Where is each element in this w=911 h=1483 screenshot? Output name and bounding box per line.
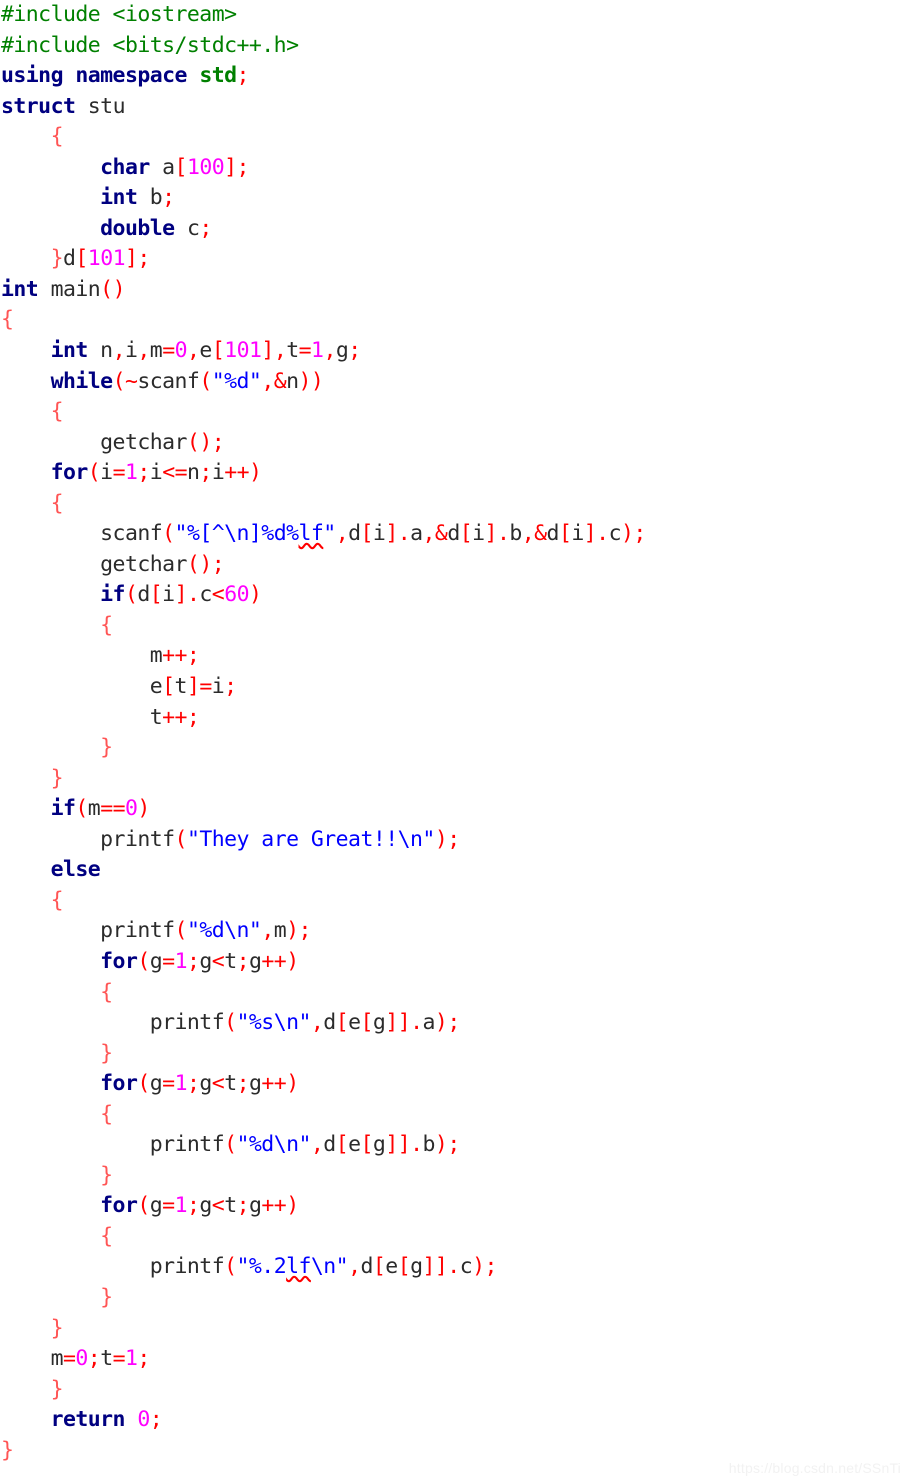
- code-line-24: t++;: [149, 704, 200, 730]
- code-line-15: getchar();: [100, 429, 225, 455]
- code-line-39: }: [100, 1162, 113, 1188]
- code-line-1: #include <iostream>: [1, 2, 237, 27]
- code-line-9: }d[101];: [50, 246, 151, 272]
- code-line-43: }: [100, 1284, 113, 1310]
- code-line-2: #include <bits/stdc++.h>: [1, 32, 299, 58]
- code-line-36: for(g=1;g<t;g++): [100, 1071, 299, 1097]
- code-line-13: while(~scanf("%d",&n)): [50, 368, 324, 394]
- code-line-31: printf("%d\n",m);: [100, 918, 311, 944]
- code-line-28: printf("They are Great!!\n");: [100, 826, 460, 852]
- code-line-5: {: [50, 124, 64, 150]
- code-line-21: {: [100, 612, 113, 638]
- code-line-42: printf("%.2lf\n",d[e[g]].c);: [149, 1254, 498, 1280]
- code-line-6: char a[100];: [100, 154, 249, 180]
- code-line-29: else: [50, 857, 101, 883]
- csdn-watermark: https://blog.csdn.net/SSnTi: [728, 1460, 901, 1476]
- code-line-17: {: [50, 490, 64, 516]
- code-line-27: if(m==0): [50, 796, 151, 822]
- code-line-46: }: [50, 1376, 64, 1402]
- code-listing: #include <iostream> #include <bits/stdc++…: [0, 0, 911, 1466]
- code-line-35: }: [100, 1040, 113, 1066]
- code-line-34: printf("%s\n",d[e[g]].a);: [149, 1010, 461, 1036]
- code-line-37: {: [100, 1101, 113, 1127]
- code-line-38: printf("%d\n",d[e[g]].b);: [149, 1132, 461, 1158]
- code-line-18: scanf("%[^\n]%d%lf",d[i].a,&d[i].b,&d[i]…: [100, 521, 646, 547]
- code-line-19: getchar();: [100, 551, 225, 577]
- code-line-41: {: [100, 1223, 113, 1249]
- code-line-33: {: [100, 979, 113, 1005]
- code-line-26: }: [50, 765, 64, 791]
- code-line-8: double c;: [100, 215, 212, 241]
- code-line-40: for(g=1;g<t;g++): [100, 1193, 299, 1219]
- code-line-47: return 0;: [50, 1407, 163, 1433]
- code-line-30: {: [50, 887, 64, 913]
- code-line-11: {: [1, 307, 14, 333]
- code-line-14: {: [50, 399, 64, 425]
- code-line-23: e[t]=i;: [149, 674, 237, 700]
- code-line-25: }: [100, 735, 113, 761]
- code-line-10: int main(): [1, 276, 126, 302]
- code-line-22: m++;: [149, 643, 200, 669]
- code-line-44: }: [50, 1315, 64, 1341]
- code-line-3: using namespace std;: [1, 63, 249, 89]
- code-line-12: int n,i,m=0,e[101],t=1,g;: [50, 338, 362, 364]
- code-line-16: for(i=1;i<=n;i++): [50, 460, 262, 486]
- code-line-32: for(g=1;g<t;g++): [100, 948, 299, 974]
- code-line-20: if(d[i].c<60): [100, 582, 262, 608]
- code-line-7: int b;: [100, 185, 175, 211]
- code-line-4: struct stu: [1, 93, 126, 119]
- code-line-45: m=0;t=1;: [50, 1346, 151, 1372]
